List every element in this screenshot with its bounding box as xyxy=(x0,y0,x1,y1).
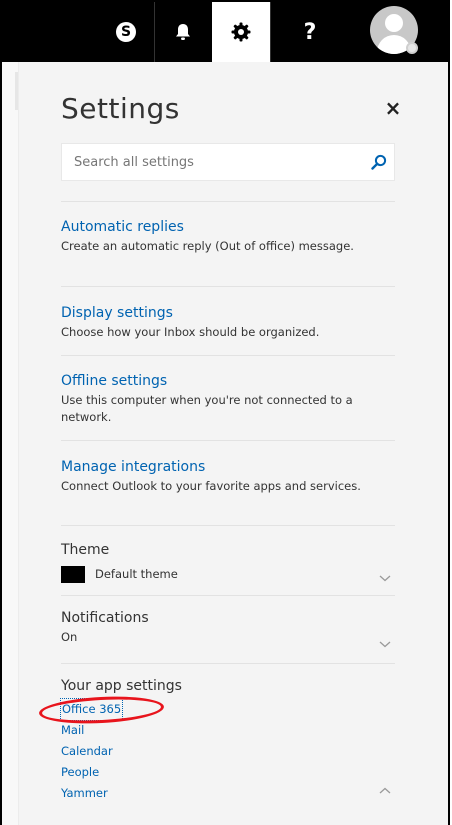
option-display-settings: Display settings Choose how your Inbox s… xyxy=(61,302,395,341)
settings-panel: Settings × Automatic replies Create an a… xyxy=(19,62,448,825)
skype-button[interactable]: S xyxy=(98,2,154,62)
help-button[interactable]: ? xyxy=(282,2,338,62)
automatic-replies-link[interactable]: Automatic replies xyxy=(61,219,184,235)
gear-icon xyxy=(231,22,251,42)
divider xyxy=(61,663,395,664)
theme-heading: Theme xyxy=(61,542,110,558)
settings-title: Settings xyxy=(61,92,180,125)
search-input[interactable] xyxy=(62,143,364,181)
option-automatic-replies: Automatic replies Create an automatic re… xyxy=(61,216,395,255)
search-box xyxy=(61,143,395,181)
close-icon: × xyxy=(384,96,402,120)
avatar-head xyxy=(385,14,403,32)
bell-icon xyxy=(176,24,190,40)
manage-integrations-link[interactable]: Manage integrations xyxy=(61,459,205,475)
offline-settings-desc: Use this computer when you're not connec… xyxy=(61,393,353,424)
divider xyxy=(61,286,395,287)
close-button[interactable]: × xyxy=(381,96,405,120)
display-settings-link[interactable]: Display settings xyxy=(61,305,173,321)
frame-border-right xyxy=(448,0,450,825)
display-settings-desc: Choose how your Inbox should be organize… xyxy=(61,325,320,339)
help-icon: ? xyxy=(303,19,317,45)
app-link-calendar[interactable]: Calendar xyxy=(61,741,395,762)
app-link-people[interactable]: People xyxy=(61,762,395,783)
skype-icon: S xyxy=(116,22,136,42)
notifications-heading: Notifications xyxy=(61,610,149,626)
divider xyxy=(61,440,395,441)
app-link-mail[interactable]: Mail xyxy=(61,720,395,741)
option-offline-settings: Offline settings Use this computer when … xyxy=(61,370,395,426)
theme-setting[interactable]: Theme Default theme xyxy=(61,542,395,586)
notifications-setting[interactable]: Notifications On xyxy=(61,610,395,654)
option-manage-integrations: Manage integrations Connect Outlook to y… xyxy=(61,456,395,495)
theme-value: Default theme xyxy=(95,567,178,581)
topbar-separator xyxy=(270,2,271,62)
theme-swatch xyxy=(61,566,85,583)
notifications-button[interactable] xyxy=(155,2,211,62)
chevron-down-icon[interactable] xyxy=(378,639,392,649)
app-settings-section: Your app settings Office 365 Mail Calend… xyxy=(59,678,395,804)
divider xyxy=(61,355,395,356)
chevron-up-icon[interactable] xyxy=(378,786,392,796)
app-settings-list: Office 365 Mail Calendar People Yammer xyxy=(59,698,395,804)
search-icon[interactable] xyxy=(364,154,394,170)
manage-integrations-desc: Connect Outlook to your favorite apps an… xyxy=(61,479,361,493)
app-link-office-365[interactable]: Office 365 xyxy=(59,698,124,721)
notifications-value: On xyxy=(61,630,78,644)
automatic-replies-desc: Create an automatic reply (Out of office… xyxy=(61,239,354,253)
left-edge-strip xyxy=(2,62,19,825)
app-settings-heading: Your app settings xyxy=(61,678,182,694)
divider xyxy=(61,525,395,526)
chevron-down-icon[interactable] xyxy=(378,573,392,583)
settings-button[interactable] xyxy=(212,2,270,62)
offline-settings-link[interactable]: Offline settings xyxy=(61,373,167,389)
divider xyxy=(61,595,395,596)
presence-status-icon xyxy=(406,42,418,54)
app-link-yammer[interactable]: Yammer xyxy=(61,783,395,804)
left-strip-mark xyxy=(15,72,18,110)
divider xyxy=(61,201,395,202)
